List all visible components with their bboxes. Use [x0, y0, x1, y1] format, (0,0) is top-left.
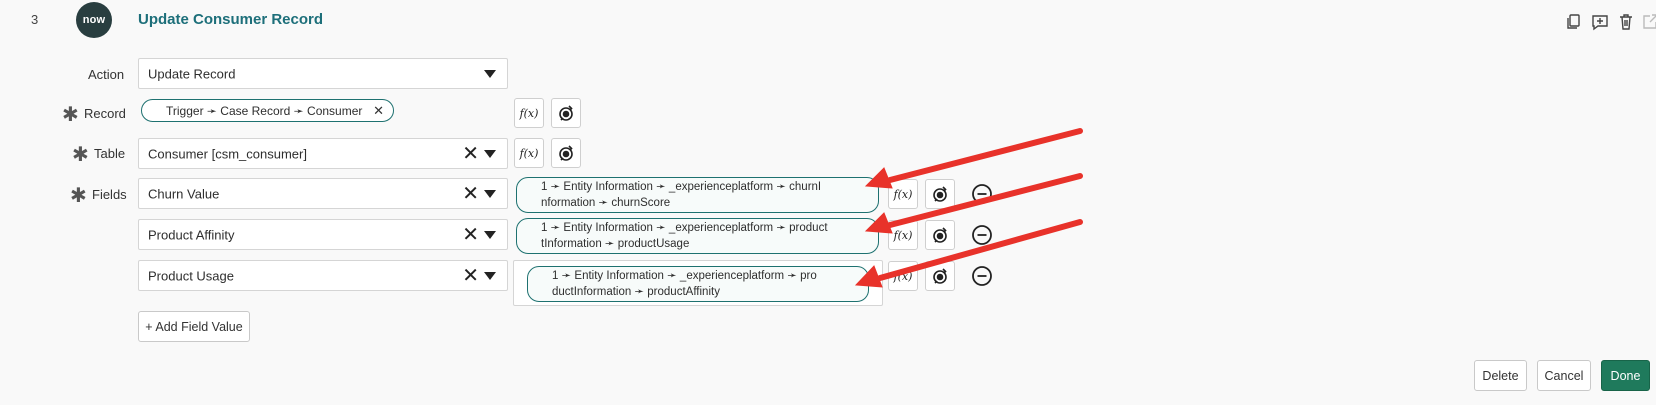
chevron-down-icon [484, 230, 496, 239]
field-value-pill[interactable]: 1 ➛ Entity Information ➛ _experienceplat… [516, 218, 879, 254]
chevron-down-icon [484, 189, 496, 198]
fx-button[interactable]: f(x) [514, 98, 544, 128]
function-icon: f(x) [893, 187, 913, 201]
data-pill-picker-button[interactable] [925, 220, 955, 250]
data-pill-picker-icon [933, 227, 947, 243]
chevron-down-icon [484, 69, 496, 78]
field-select-churn-value[interactable]: Churn Value ✕ [138, 178, 508, 209]
step-number: 3 [31, 12, 39, 27]
field-select-value: Product Usage [148, 268, 234, 283]
action-select-value: Update Record [148, 66, 236, 81]
add-comment-icon[interactable] [1591, 13, 1609, 31]
data-pill-picker-button[interactable] [551, 138, 581, 168]
field-value-line: 1 ➛ Entity Information ➛ _experienceplat… [552, 270, 817, 282]
field-select-value: Churn Value [148, 186, 220, 201]
fx-button[interactable]: f(x) [888, 220, 918, 250]
servicenow-logo: now [76, 2, 112, 38]
function-icon: f(x) [893, 269, 913, 283]
function-icon: f(x) [519, 106, 539, 120]
data-pill-picker-icon [933, 268, 947, 284]
record-data-pill[interactable]: Trigger ➛ Case Record ➛ Consumer ✕ [141, 99, 394, 122]
field-value-line: tInformation ➛ productUsage [541, 238, 690, 250]
table-select[interactable]: Consumer [csm_consumer] ✕ [138, 138, 508, 169]
trash-icon[interactable] [1617, 13, 1635, 31]
remove-pill-icon[interactable]: ✕ [373, 103, 384, 119]
field-value-pill[interactable]: 1 ➛ Entity Information ➛ _experienceplat… [527, 266, 869, 302]
field-value-line: ductInformation ➛ productAffinity [552, 286, 720, 298]
done-button[interactable]: Done [1601, 360, 1650, 391]
open-external-icon[interactable] [1641, 13, 1656, 31]
record-pill-text: Trigger ➛ Case Record ➛ Consumer [166, 104, 363, 118]
add-field-value-button[interactable]: + Add Field Value [138, 311, 250, 342]
step-title[interactable]: Update Consumer Record [138, 11, 323, 28]
delete-button[interactable]: Delete [1474, 360, 1527, 391]
data-pill-picker-icon [559, 145, 573, 161]
data-pill-picker-icon [933, 186, 947, 202]
clear-icon[interactable]: ✕ [462, 144, 479, 164]
data-pill-picker-button[interactable] [551, 98, 581, 128]
required-asterisk-icon: ✱ [72, 144, 89, 166]
fields-label: Fields [92, 187, 127, 202]
minus-circle-icon [972, 225, 992, 245]
clear-icon[interactable]: ✕ [462, 184, 479, 204]
required-asterisk-icon: ✱ [62, 104, 79, 126]
field-value-line: nformation ➛ churnScore [541, 197, 671, 209]
record-label: Record [84, 106, 126, 121]
minus-circle-icon [972, 184, 992, 204]
fx-button[interactable]: f(x) [888, 261, 918, 291]
data-pill-picker-button[interactable] [925, 179, 955, 209]
function-icon: f(x) [519, 146, 539, 160]
remove-field-button[interactable] [971, 265, 993, 287]
table-label: Table [94, 146, 126, 161]
cancel-button[interactable]: Cancel [1537, 360, 1591, 391]
clear-icon[interactable]: ✕ [462, 266, 479, 286]
chevron-down-icon [484, 271, 496, 280]
chevron-down-icon [484, 149, 496, 158]
data-pill-picker-icon [559, 105, 573, 121]
field-select-value: Product Affinity [148, 227, 235, 242]
fx-button[interactable]: f(x) [514, 138, 544, 168]
clear-icon[interactable]: ✕ [462, 225, 479, 245]
required-asterisk-icon: ✱ [70, 185, 87, 207]
minus-circle-icon [972, 266, 992, 286]
field-value-line: 1 ➛ Entity Information ➛ _experienceplat… [541, 222, 828, 234]
remove-field-button[interactable] [971, 183, 993, 205]
data-pill-picker-button[interactable] [925, 261, 955, 291]
remove-field-button[interactable] [971, 224, 993, 246]
action-label: Action [88, 67, 125, 82]
field-select-product-usage[interactable]: Product Usage ✕ [138, 260, 508, 291]
action-select[interactable]: Update Record [138, 58, 508, 89]
function-icon: f(x) [893, 228, 913, 242]
field-value-pill[interactable]: 1 ➛ Entity Information ➛ _experienceplat… [516, 177, 879, 213]
field-select-product-affinity[interactable]: Product Affinity ✕ [138, 219, 508, 250]
copy-icon[interactable] [1565, 13, 1583, 31]
field-value-line: 1 ➛ Entity Information ➛ _experienceplat… [541, 181, 822, 193]
table-select-value: Consumer [csm_consumer] [148, 146, 307, 161]
fx-button[interactable]: f(x) [888, 179, 918, 209]
